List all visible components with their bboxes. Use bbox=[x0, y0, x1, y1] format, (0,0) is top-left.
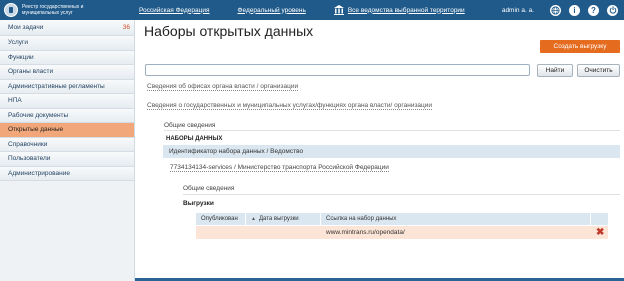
top-nav: Российская Федерация Федеральный уровень… bbox=[135, 0, 493, 20]
sidebar-item-label: Администрирование bbox=[8, 169, 70, 177]
sidebar-item-label: Органы власти bbox=[8, 68, 54, 76]
divider bbox=[164, 130, 620, 131]
brand[interactable]: Реестр государственных и муниципальных у… bbox=[0, 0, 135, 20]
brand-line-2: муниципальных услуг bbox=[22, 10, 73, 16]
cell-upload-date bbox=[246, 226, 321, 239]
user-name[interactable]: admin a. a. bbox=[502, 7, 534, 14]
building-icon bbox=[333, 5, 344, 15]
power-icon[interactable] bbox=[607, 4, 618, 16]
info-icon[interactable]: i bbox=[569, 4, 580, 16]
uploads-table-header: Опубликован ▲ Дата выгрузки Ссылка на наб… bbox=[196, 213, 608, 225]
dataset-row-link[interactable]: 7734134134-services / Министерство транс… bbox=[170, 164, 389, 172]
nav-federal-level[interactable]: Федеральный уровень bbox=[238, 7, 306, 14]
cell-published bbox=[196, 226, 246, 239]
sidebar-item-label: Мои задачи bbox=[8, 24, 44, 31]
globe-icon[interactable] bbox=[550, 4, 561, 16]
logo-icon bbox=[4, 3, 18, 17]
sidebar-item-services[interactable]: Услуги bbox=[0, 36, 134, 51]
column-label: Опубликован bbox=[201, 216, 238, 222]
nav-federation[interactable]: Российская Федерация bbox=[139, 7, 210, 14]
sidebar-item-regulations[interactable]: Административные регламенты bbox=[0, 79, 134, 94]
column-actions bbox=[591, 213, 608, 225]
sidebar-item-label: Рабочие документы bbox=[8, 111, 69, 119]
user-area: admin a. a. i ? bbox=[502, 0, 618, 20]
column-label: Дата выгрузки bbox=[258, 216, 299, 222]
page-title: Наборы открытых данных bbox=[144, 23, 314, 39]
sidebar-item-label: Пользователи bbox=[8, 155, 51, 163]
delete-icon[interactable]: ✖ bbox=[596, 227, 604, 238]
sidebar-item-label: Открытые данные bbox=[8, 126, 64, 134]
general-info-label-2: Общие сведения bbox=[183, 185, 235, 192]
sidebar-item-open-data[interactable]: Открытые данные bbox=[0, 123, 134, 138]
cell-actions: ✖ bbox=[591, 226, 608, 239]
sidebar-item-my-tasks[interactable]: Мои задачи 36 bbox=[0, 20, 134, 36]
sort-asc-icon: ▲ bbox=[251, 216, 256, 222]
brand-text: Реестр государственных и муниципальных у… bbox=[22, 4, 114, 16]
task-count-badge: 36 bbox=[122, 24, 130, 31]
sidebar-item-administration[interactable]: Администрирование bbox=[0, 166, 134, 181]
sidebar-item-label: НПА bbox=[8, 97, 22, 105]
help-icon[interactable]: ? bbox=[588, 4, 599, 16]
sidebar-item-users[interactable]: Пользователи bbox=[0, 152, 134, 167]
main-content: Наборы открытых данных Создать выгрузку … bbox=[140, 20, 624, 281]
services-link[interactable]: Сведения о государственных и муниципальн… bbox=[147, 102, 433, 110]
top-bar: Реестр государственных и муниципальных у… bbox=[0, 0, 624, 20]
column-published[interactable]: Опубликован bbox=[196, 213, 246, 225]
sidebar-item-label: Административные регламенты bbox=[8, 82, 105, 90]
dataset-id-header: Идентификатор набора данных / Ведомство bbox=[163, 145, 620, 158]
sidebar-item-directories[interactable]: Справочники bbox=[0, 137, 134, 152]
clear-button[interactable]: Очистить bbox=[577, 64, 620, 77]
sidebar-item-label: Справочники bbox=[8, 140, 48, 148]
sidebar-item-authorities[interactable]: Органы власти bbox=[0, 65, 134, 80]
table-row[interactable]: www.mintrans.ru/opendata/ ✖ bbox=[196, 226, 608, 239]
sidebar-item-label: Услуги bbox=[8, 39, 28, 47]
column-dataset-link[interactable]: Ссылка на набор данных bbox=[321, 213, 591, 225]
uploads-heading: Выгрузки bbox=[183, 200, 214, 207]
column-label: Ссылка на набор данных bbox=[326, 216, 397, 222]
find-button[interactable]: Найти bbox=[537, 64, 573, 77]
create-upload-button[interactable]: Создать выгрузку bbox=[540, 40, 620, 53]
nav-all-agencies[interactable]: Все ведомства выбранной территории bbox=[348, 7, 465, 14]
column-upload-date[interactable]: ▲ Дата выгрузки bbox=[246, 213, 321, 225]
divider bbox=[183, 194, 620, 195]
search-input[interactable] bbox=[145, 64, 530, 76]
sidebar-item-npa[interactable]: НПА bbox=[0, 94, 134, 109]
offices-link[interactable]: Сведения об офисах органа власти / орган… bbox=[147, 83, 299, 91]
sidebar-item-work-documents[interactable]: Рабочие документы bbox=[0, 108, 134, 123]
sidebar: Мои задачи 36 Услуги Функции Органы влас… bbox=[0, 20, 135, 281]
sidebar-item-functions[interactable]: Функции bbox=[0, 50, 134, 65]
sidebar-item-label: Функции bbox=[8, 53, 34, 61]
datasets-heading: НАБОРЫ ДАННЫХ bbox=[166, 136, 223, 142]
cell-dataset-link[interactable]: www.mintrans.ru/opendata/ bbox=[321, 226, 591, 239]
general-info-label: Общие сведения bbox=[164, 122, 216, 129]
